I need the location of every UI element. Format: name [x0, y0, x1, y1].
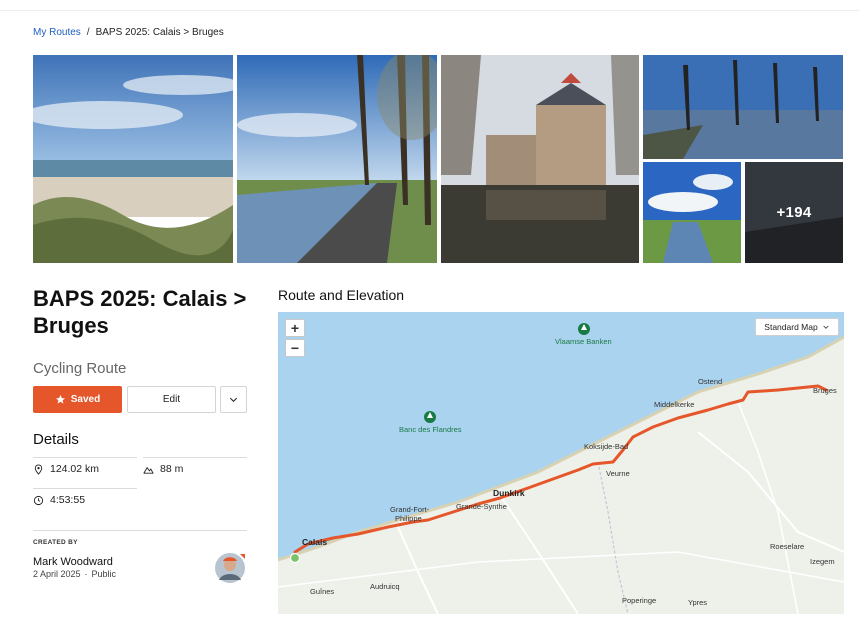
map-label-ypres: Ypres: [688, 598, 708, 607]
tree-poi-icon: [424, 411, 436, 423]
saved-label: Saved: [70, 394, 101, 405]
meta-separator: ·: [84, 569, 88, 579]
elevation-value: 88 m: [160, 463, 184, 475]
stats-divider-2: [143, 457, 247, 458]
gallery-photo-beach[interactable]: [33, 55, 233, 263]
distance-value: 124.02 km: [50, 463, 100, 475]
stats-divider-3: [33, 488, 137, 489]
gallery-photo-tree-canal[interactable]: [643, 55, 843, 159]
zoom-in-button[interactable]: +: [285, 319, 305, 337]
stats-divider-1: [33, 457, 137, 458]
map-label-izegem: Izegem: [810, 557, 835, 566]
breadcrumb-current: BAPS 2025: Calais > Bruges: [95, 27, 224, 38]
map-label-audruicq: Audruicq: [370, 582, 400, 591]
map-label-banc-des-flandres: Banc des Flandres: [399, 425, 462, 434]
zoom-out-button[interactable]: −: [285, 339, 305, 357]
visibility-status: Public: [91, 569, 117, 579]
distance-stat: 124.02 km: [33, 463, 99, 475]
duration-value: 4:53:55: [50, 494, 86, 506]
gallery-photo-canal-path[interactable]: [237, 55, 437, 263]
created-date: 2 April 2025: [33, 569, 81, 579]
map-label-dunkirk: Dunkirk: [493, 488, 525, 498]
author-meta: 2 April 2025 · Public: [33, 569, 116, 579]
gallery-photo-canal-clouds[interactable]: [643, 162, 741, 263]
edit-label: Edit: [162, 394, 181, 405]
map-label-grand-fort-philippe-2: Philippe: [395, 514, 422, 523]
location-pin-icon: [34, 463, 43, 475]
elevation-stat: 88 m: [143, 463, 183, 475]
map-label-calais: Calais: [302, 537, 328, 547]
avatar[interactable]: [214, 552, 246, 584]
clock-icon: [33, 495, 44, 505]
map-label-bruges: Bruges: [813, 386, 837, 395]
map-style-select[interactable]: Standard Map: [755, 318, 839, 336]
duration-stat: 4:53:55: [33, 494, 85, 506]
gallery-photo-more[interactable]: +194: [745, 162, 843, 263]
map-label-grand-fort-philippe-1: Grand-Fort-: [390, 505, 430, 514]
map-label-roeselare: Roeselare: [770, 542, 805, 551]
star-icon: [55, 394, 65, 404]
creator-divider: [33, 530, 247, 531]
more-photos-count: +194: [776, 204, 812, 221]
saved-button[interactable]: Saved: [33, 386, 122, 413]
more-options-button[interactable]: [220, 386, 247, 413]
gallery-photo-castle[interactable]: [441, 55, 639, 263]
route-title: BAPS 2025: Calais > Bruges: [33, 286, 247, 338]
created-by-label: CREATED BY: [33, 539, 78, 546]
map-label-middelkerke: Middelkerke: [654, 400, 695, 409]
edit-button[interactable]: Edit: [127, 386, 216, 413]
map-label-veurne: Veurne: [606, 469, 630, 478]
top-divider: [0, 10, 859, 11]
details-heading: Details: [33, 431, 79, 448]
author-name[interactable]: Mark Woodward: [33, 556, 113, 568]
tree-poi-icon: [578, 323, 590, 335]
map-label-poperinge: Poperinge: [622, 596, 657, 605]
map-label-koksijde-bad: Koksijde-Bad: [584, 442, 629, 451]
map-label-guines: Guînes: [310, 587, 335, 596]
route-type: Cycling Route: [33, 360, 127, 377]
map-style-label: Standard Map: [764, 322, 818, 332]
map-label-ostend: Ostend: [698, 377, 723, 386]
breadcrumb-my-routes[interactable]: My Routes: [33, 27, 81, 38]
map-label-vlaamse-banken: Vlaamse Banken: [555, 337, 612, 346]
breadcrumb: My Routes / BAPS 2025: Calais > Bruges: [33, 27, 224, 38]
chevron-down-icon: [823, 325, 829, 329]
map-heading: Route and Elevation: [278, 287, 405, 303]
breadcrumb-separator: /: [86, 27, 90, 38]
map-label-grande-synthe: Grande-Synthe: [456, 502, 507, 511]
route-map[interactable]: + − Standard Map Vlaamse Banken Banc des…: [278, 312, 844, 614]
mountain-icon: [143, 466, 154, 474]
chevron-down-icon: [229, 397, 238, 403]
